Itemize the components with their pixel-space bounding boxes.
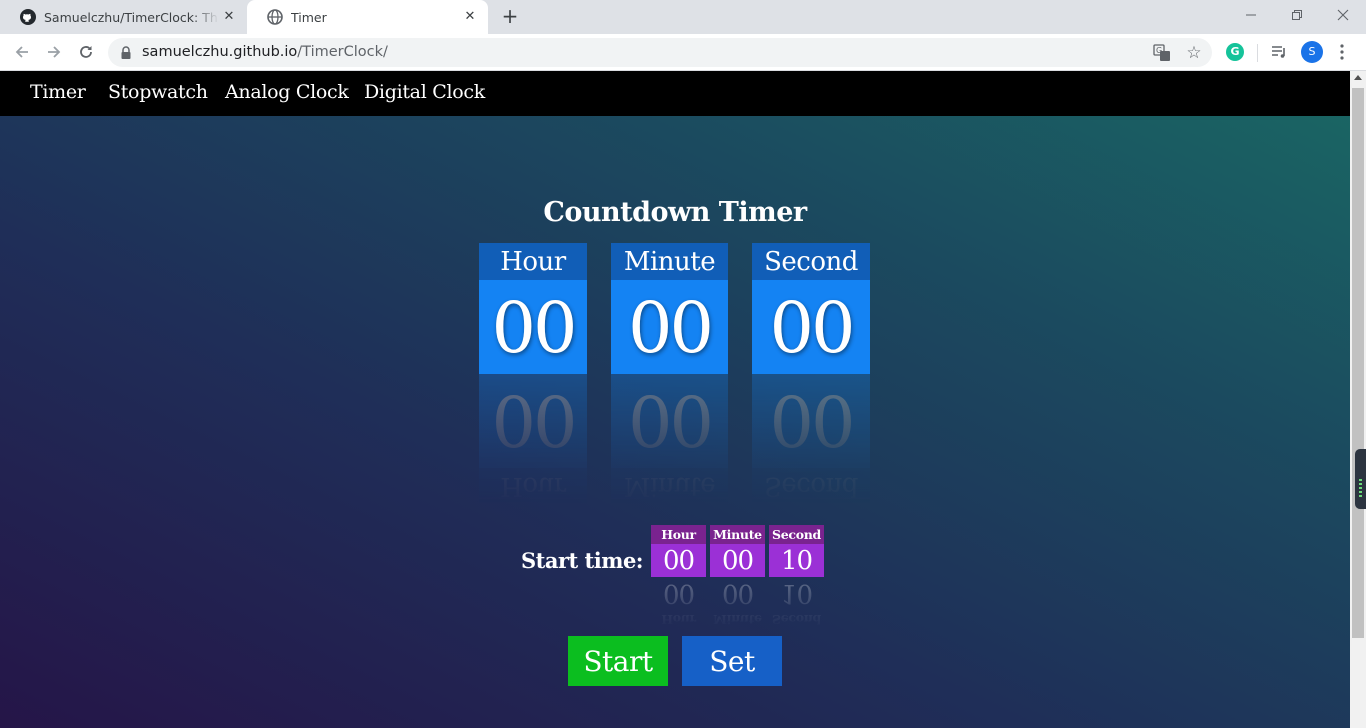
start-hour-block[interactable]: Hour 00 Hour 00	[651, 525, 706, 629]
start-unit-label: Second	[769, 525, 824, 544]
page-viewport: Timer Stopwatch Analog Clock Digital Clo…	[0, 71, 1350, 728]
set-button[interactable]: Set	[682, 636, 782, 686]
address-bar[interactable]: samuelczhu.github.io/TimerClock/ G ☆	[108, 38, 1212, 67]
reflection-value: 00	[611, 374, 728, 468]
minimize-icon[interactable]	[1228, 0, 1274, 30]
back-icon[interactable]	[9, 39, 35, 65]
start-hour-value[interactable]: 00	[651, 544, 706, 577]
timer-hour-block: Hour 00 Hour 00	[479, 243, 587, 505]
lock-icon	[120, 45, 132, 59]
scroll-up-arrow-icon[interactable]	[1354, 75, 1362, 80]
start-second-value[interactable]: 10	[769, 544, 824, 577]
more-menu-icon[interactable]	[1337, 42, 1347, 62]
window-close-icon[interactable]	[1320, 0, 1366, 30]
timer-reflection: Minute 00	[611, 374, 728, 505]
github-icon	[20, 9, 36, 25]
reflection-value: 00	[721, 578, 754, 608]
tab-timer[interactable]: Timer ✕	[247, 0, 488, 34]
timer-reflection: Second 00	[752, 374, 870, 505]
start-minute-value[interactable]: 00	[710, 544, 765, 577]
close-icon[interactable]: ✕	[462, 9, 478, 25]
start-button[interactable]: Start	[568, 636, 668, 686]
start-reflection: Second 10	[769, 577, 824, 629]
reload-icon[interactable]	[73, 39, 99, 65]
url-host: samuelczhu.github.io	[142, 44, 298, 60]
toolbar-divider	[1257, 44, 1258, 62]
url-path: /TimerClock/	[297, 44, 388, 60]
page-scrollbar[interactable]	[1350, 71, 1366, 728]
reflection-label: Minute	[611, 468, 728, 505]
bookmark-star-icon[interactable]: ☆	[1184, 43, 1204, 63]
nav-analog-clock[interactable]: Analog Clock	[225, 81, 349, 103]
browser-toolbar: samuelczhu.github.io/TimerClock/ G ☆ G S	[0, 34, 1366, 71]
start-minute-block[interactable]: Minute 00 Minute 00	[710, 525, 765, 629]
nav-digital-clock[interactable]: Digital Clock	[364, 81, 485, 103]
timer-second-block: Second 00 Second 00	[752, 243, 870, 505]
timer-unit-value: 00	[752, 280, 870, 374]
scroll-thumb[interactable]	[1352, 88, 1364, 638]
start-unit-label: Hour	[651, 525, 706, 544]
timer-unit-label: Second	[752, 243, 870, 280]
grammarly-extension-icon[interactable]: G	[1226, 43, 1244, 61]
close-icon[interactable]: ✕	[221, 9, 237, 25]
tab-title: Samuelczhu/TimerClock: This web	[44, 9, 219, 25]
timer-reflection: Hour 00	[479, 374, 587, 505]
reflection-value: 10	[780, 578, 813, 608]
reflection-label: Second	[772, 612, 821, 627]
nav-stopwatch[interactable]: Stopwatch	[108, 81, 208, 103]
reflection-value: 00	[479, 374, 587, 468]
start-time-label: Start time:	[521, 548, 644, 573]
tab-strip: Samuelczhu/TimerClock: This web ✕ Timer …	[0, 0, 1366, 34]
translate-icon[interactable]: G	[1153, 44, 1171, 62]
timer-minute-block: Minute 00 Minute 00	[611, 243, 728, 505]
reflection-label: Minute	[713, 612, 762, 627]
reflection-label: Hour	[661, 612, 696, 627]
forward-icon[interactable]	[41, 39, 67, 65]
timer-unit-label: Minute	[611, 243, 728, 280]
reflection-value: 00	[662, 578, 695, 608]
reflection-label: Second	[752, 468, 870, 505]
profile-avatar[interactable]: S	[1301, 41, 1323, 63]
site-navbar: Timer Stopwatch Analog Clock Digital Clo…	[0, 71, 1350, 116]
side-extension-widget[interactable]	[1355, 449, 1366, 509]
restore-icon[interactable]	[1274, 0, 1320, 30]
start-second-block[interactable]: Second 10 Second 10	[769, 525, 824, 629]
tab-github[interactable]: Samuelczhu/TimerClock: This web ✕	[0, 0, 247, 34]
tab-title: Timer	[291, 9, 327, 25]
start-unit-label: Minute	[710, 525, 765, 544]
globe-icon	[267, 9, 283, 25]
media-queue-icon[interactable]	[1270, 43, 1288, 61]
reflection-label: Hour	[479, 468, 587, 505]
svg-text:G: G	[1156, 46, 1162, 55]
timer-unit-value: 00	[479, 280, 587, 374]
start-reflection: Hour 00	[651, 577, 706, 629]
start-reflection: Minute 00	[710, 577, 765, 629]
timer-unit-value: 00	[611, 280, 728, 374]
url-text: samuelczhu.github.io/TimerClock/	[142, 44, 388, 60]
reflection-value: 00	[752, 374, 870, 468]
new-tab-icon[interactable]: +	[498, 5, 522, 29]
timer-unit-label: Hour	[479, 243, 587, 280]
nav-timer[interactable]: Timer	[30, 81, 86, 103]
page-title: Countdown Timer	[543, 197, 807, 228]
